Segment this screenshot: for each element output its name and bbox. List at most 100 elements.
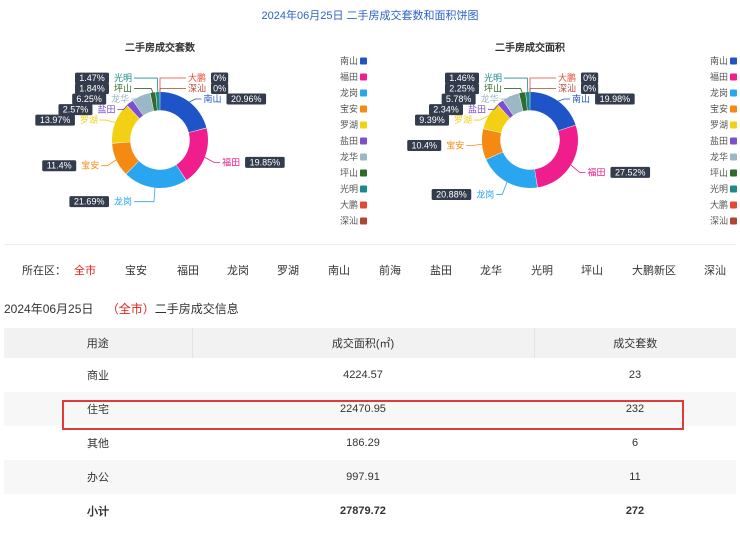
slice-value-label: 0% [583, 73, 596, 83]
district-option[interactable]: 盐田 [430, 262, 452, 278]
slice-value-label: 2.57% [63, 105, 89, 115]
info-close-paren: ） [142, 302, 155, 316]
legend-label: 龙华 [710, 151, 728, 162]
donut-slice[interactable] [530, 92, 576, 131]
chart-title: 二手房成交面积 [495, 41, 565, 54]
district-option[interactable]: 前海 [379, 262, 401, 278]
legend-swatch[interactable] [360, 121, 367, 129]
label-leader-line [159, 77, 186, 92]
legend-swatch[interactable] [360, 137, 367, 145]
area-donut-chart: 二手房成交面积 大鹏 0% 深汕 0% 南山 19.98% 福田 27.52% 光明 1.46% 坪山… [370, 38, 740, 236]
legend-label: 深汕 [340, 216, 358, 226]
label-leader-line [570, 164, 586, 173]
table-row: 办公 997.91 11 [4, 460, 736, 494]
donut-slice[interactable] [534, 125, 578, 188]
legend-swatch[interactable] [360, 201, 367, 209]
label-leader-line [466, 143, 483, 146]
slice-name-label: 大鹏 [188, 72, 206, 83]
legend-label: 龙岗 [340, 87, 358, 98]
slice-value-label: 6.25% [76, 94, 102, 104]
table-cell: 232 [534, 392, 736, 426]
legend-swatch[interactable] [360, 73, 367, 81]
label-leader-line [189, 98, 202, 103]
legend-label: 光明 [340, 183, 358, 194]
units-donut-chart: 二手房成交套数 大鹏 0% 深汕 0% 南山 20.96% 福田 19.85% 光明 1.47% 坪山… [0, 38, 370, 236]
slice-value-label: 10.4% [411, 141, 437, 151]
legend-swatch[interactable] [730, 73, 737, 81]
legend-swatch[interactable] [730, 57, 737, 65]
district-option[interactable]: 全市 [74, 262, 96, 278]
table-row: 其他 186.29 6 [4, 426, 736, 460]
district-option[interactable]: 大鹏新区 [632, 262, 676, 278]
legend-swatch[interactable] [730, 121, 737, 129]
legend-swatch[interactable] [360, 185, 367, 193]
legend-swatch[interactable] [730, 169, 737, 177]
area-donut-svg: 二手房成交面积大鹏 0%深汕 0%南山 19.98%福田 27.52%光明1.46%坪山… [407, 41, 737, 226]
slice-value-label: 9.39% [419, 115, 445, 125]
legend-label: 宝安 [340, 103, 358, 114]
table-cell: 6 [631, 437, 639, 449]
label-leader-line [99, 119, 116, 124]
page-title: 2024年06月25日 二手房成交套数和面积饼图 [261, 10, 479, 22]
label-leader-line [134, 77, 159, 93]
donut-slice[interactable] [160, 92, 207, 133]
legend-swatch[interactable] [360, 57, 367, 65]
district-option[interactable]: 福田 [177, 262, 199, 278]
label-leader-line [159, 88, 186, 92]
district-option[interactable]: 宝安 [125, 262, 147, 278]
label-leader-line [474, 115, 489, 121]
slice-name-label: 深汕 [558, 84, 576, 94]
slice-value-label: 20.88% [436, 189, 467, 199]
legend-swatch[interactable] [360, 217, 367, 225]
slice-value-label: 1.84% [79, 84, 105, 94]
legend-swatch[interactable] [730, 105, 737, 113]
legend-label: 光明 [710, 183, 728, 194]
legend-swatch[interactable] [730, 201, 737, 209]
info-suffix: 二手房成交信息 [154, 302, 239, 316]
legend-label: 盐田 [710, 135, 728, 146]
district-option[interactable]: 南山 [328, 262, 350, 278]
column-header-units: 成交套数 [534, 328, 736, 358]
district-option[interactable]: 深汕 [704, 262, 726, 278]
label-leader-line [134, 88, 154, 93]
legend-label: 盐田 [340, 135, 358, 146]
legend-swatch[interactable] [730, 217, 737, 225]
label-leader-line [504, 88, 523, 93]
label-leader-line [101, 159, 117, 167]
label-leader-line [504, 77, 529, 93]
info-area: 全市 [118, 302, 143, 316]
legend-swatch[interactable] [360, 153, 367, 161]
legend-swatch[interactable] [730, 185, 737, 193]
district-option[interactable]: 光明 [531, 262, 553, 278]
table-cell: 其他 [87, 438, 109, 450]
slice-name-label: 光明 [484, 72, 502, 83]
label-leader-line [558, 98, 571, 102]
label-leader-line [529, 77, 556, 92]
legend-swatch[interactable] [360, 169, 367, 177]
table-cell: 272 [625, 505, 645, 517]
slice-name-label: 罗湖 [454, 115, 472, 125]
slice-name-label: 龙华 [111, 93, 129, 104]
table-cell: 11 [534, 460, 736, 494]
district-option[interactable]: 罗湖 [277, 262, 299, 278]
legend-swatch[interactable] [730, 89, 737, 97]
district-filter-label: 所在区： [22, 265, 66, 277]
slice-name-label: 大鹏 [558, 72, 576, 83]
slice-value-label: 20.96% [231, 94, 262, 104]
donut-slice[interactable] [486, 152, 538, 188]
legend-swatch[interactable] [730, 153, 737, 161]
slice-name-label: 光明 [114, 72, 132, 83]
legend-label: 罗湖 [340, 120, 358, 130]
district-option[interactable]: 龙岗 [227, 262, 249, 278]
legend-label: 福田 [710, 71, 728, 82]
legend-swatch[interactable] [360, 89, 367, 97]
slice-name-label: 盐田 [97, 104, 115, 115]
district-option[interactable]: 龙华 [480, 262, 502, 278]
legend-label: 大鹏 [710, 199, 728, 210]
legend-swatch[interactable] [730, 137, 737, 145]
slice-name-label: 龙岗 [114, 196, 132, 207]
slice-value-label: 2.34% [433, 105, 459, 115]
donut-slice[interactable] [176, 128, 209, 181]
legend-swatch[interactable] [360, 105, 367, 113]
district-option[interactable]: 坪山 [581, 262, 603, 278]
